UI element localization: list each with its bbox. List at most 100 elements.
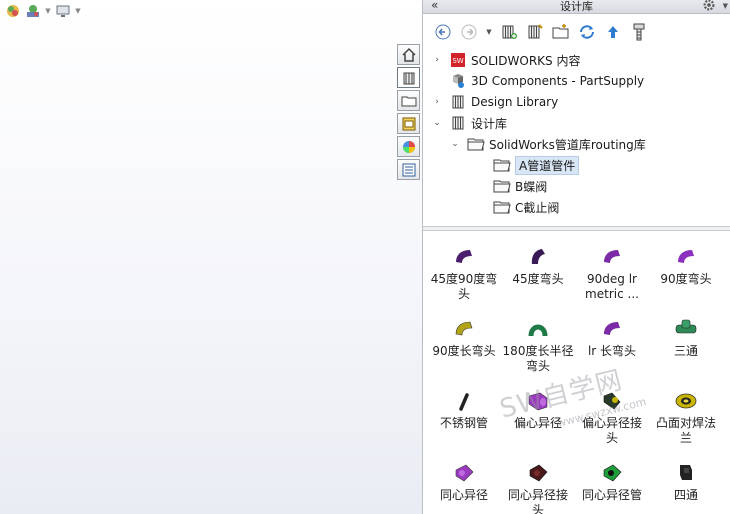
- tree-item-label: B蝶阀: [515, 179, 548, 194]
- tab-solidworks-resources[interactable]: [397, 44, 420, 65]
- library-item-label: lr 长弯头: [587, 344, 637, 358]
- tab-design-library[interactable]: [397, 67, 420, 88]
- tab-custom-properties[interactable]: [397, 159, 420, 180]
- return-bend-part-icon: [528, 324, 548, 337]
- create-new-folder-button[interactable]: [551, 22, 571, 42]
- design-library-icon: [403, 72, 414, 84]
- library-item-label: 头: [457, 287, 470, 301]
- tree-item-solidworks-content[interactable]: › SW SOLIDWORKS 内容: [431, 50, 580, 70]
- library-item[interactable]: 凸面对焊法 兰: [649, 390, 723, 446]
- long-elbow-part-icon: [455, 321, 473, 336]
- concentric-reducer-pipe-part-icon: [603, 464, 622, 482]
- gear-icon[interactable]: [702, 0, 716, 15]
- tree-item-globe-valve[interactable]: C截止阀: [475, 197, 559, 217]
- eccentric-reducer-fitting-part-icon: [603, 392, 621, 410]
- library-item-label: 同心异径: [439, 488, 488, 502]
- tab-appearances[interactable]: [397, 136, 420, 157]
- concentric-reducer-part-icon: [455, 464, 474, 482]
- chevron-down-icon[interactable]: ▼: [485, 22, 493, 42]
- flange-part-icon: [675, 393, 697, 409]
- tree-item-routing-library[interactable]: ⌄ SolidWorks管道库routing库: [449, 134, 646, 154]
- library-item[interactable]: 45度90度弯 头: [427, 246, 501, 302]
- add-to-library-button[interactable]: [499, 22, 519, 42]
- scene-icon[interactable]: [24, 2, 42, 20]
- tree-item-pipe-fittings[interactable]: A管道管件: [475, 155, 580, 175]
- design-library-icon: [449, 93, 467, 111]
- graphics-view-toolbar: ▼ ▼: [4, 2, 82, 20]
- library-item-label: 180度长半径: [502, 344, 574, 358]
- library-tree: › SW SOLIDWORKS 内容 3D Components - PartS…: [423, 50, 730, 226]
- library-item[interactable]: 同心异径: [427, 462, 501, 503]
- display-monitor-icon[interactable]: [54, 2, 72, 20]
- up-one-level-button[interactable]: [603, 22, 623, 42]
- tree-item-design-library-cn[interactable]: ⌄ 设计库: [431, 113, 507, 133]
- library-item[interactable]: 不锈钢管: [427, 390, 501, 431]
- folder-icon: [493, 198, 511, 216]
- back-button[interactable]: [433, 22, 453, 42]
- library-item-label: 45度弯头: [512, 272, 564, 286]
- refresh-icon: [580, 25, 594, 39]
- toolbox-button[interactable]: [629, 22, 649, 42]
- folder-icon: [467, 135, 485, 153]
- library-item-label: 45度90度弯: [430, 272, 498, 286]
- library-item-label: 同心异径接: [507, 488, 568, 502]
- library-item[interactable]: 偏心异径接 头: [575, 390, 649, 446]
- chevron-down-icon[interactable]: ▼: [44, 2, 52, 20]
- tree-item-design-library[interactable]: › Design Library: [431, 92, 558, 112]
- 3d-components-icon: [449, 72, 467, 90]
- library-item-label: 90度长弯头: [432, 344, 496, 358]
- library-item[interactable]: 90度长弯头: [427, 318, 501, 359]
- tab-view-palette[interactable]: [397, 113, 420, 134]
- library-item-label: 四通: [673, 488, 698, 502]
- svg-text:SW: SW: [452, 57, 463, 65]
- toolbox-bolt-icon: [633, 23, 645, 41]
- new-folder-icon: [552, 24, 569, 39]
- library-item[interactable]: 180度长半径 弯头: [501, 318, 575, 374]
- library-item-label: 90度弯头: [660, 272, 712, 286]
- chevron-down-icon[interactable]: ⌄: [449, 139, 461, 149]
- library-item-label: 不锈钢管: [439, 416, 488, 430]
- solidworks-content-icon: SW: [449, 51, 467, 69]
- library-item[interactable]: 四通: [649, 462, 723, 503]
- properties-list-icon: [402, 163, 415, 176]
- library-item[interactable]: 同心异径管: [575, 462, 649, 503]
- library-item-label: metric ...: [585, 287, 639, 301]
- library-item[interactable]: 偏心异径: [501, 390, 575, 431]
- chevron-down-icon[interactable]: ▼: [74, 2, 82, 20]
- library-item[interactable]: lr 长弯头: [575, 318, 649, 359]
- library-item-label: 偏心异径: [513, 416, 562, 430]
- design-library-pane: « 设计库 ▼ ▼ › SW SOLIDWORKS 内容 3D Componen…: [422, 0, 730, 514]
- chevron-down-icon[interactable]: ▼: [723, 0, 728, 13]
- library-item[interactable]: 90deg lr metric ...: [575, 246, 649, 302]
- tab-file-explorer[interactable]: [397, 90, 420, 111]
- back-arrow-icon: [435, 24, 451, 40]
- chevron-right-icon[interactable]: ›: [431, 97, 443, 107]
- pipe-part-icon: [459, 393, 469, 411]
- design-library-icon: [449, 114, 467, 132]
- pane-title-bar: « 设计库 ▼: [423, 0, 730, 14]
- forward-button[interactable]: [459, 22, 479, 42]
- tree-item-label: 设计库: [471, 116, 508, 131]
- tree-item-3d-components[interactable]: 3D Components - PartSupply: [431, 71, 644, 91]
- library-item-label: 弯头: [525, 359, 550, 373]
- up-arrow-icon: [608, 26, 618, 38]
- add-file-location-button[interactable]: [525, 22, 545, 42]
- eccentric-reducer-part-icon: [528, 392, 548, 411]
- pane-splitter[interactable]: [423, 226, 730, 231]
- library-item[interactable]: 90度弯头: [649, 246, 723, 287]
- pane-toolbar: ▼: [423, 14, 730, 50]
- refresh-button[interactable]: [577, 22, 597, 42]
- library-item-label: 偏心异径接: [581, 416, 642, 430]
- library-item[interactable]: 三通: [649, 318, 723, 359]
- add-to-library-icon: [502, 25, 517, 39]
- library-location-icon: [528, 24, 543, 39]
- concentric-reducer-fitting-part-icon: [529, 464, 548, 482]
- folder-icon: [493, 156, 511, 174]
- library-item[interactable]: 同心异径接 头: [501, 462, 575, 514]
- appearance-icon[interactable]: [4, 2, 22, 20]
- chevron-down-icon[interactable]: ⌄: [431, 118, 443, 128]
- elbow-part-icon: [604, 250, 620, 263]
- chevron-right-icon[interactable]: ›: [431, 55, 443, 65]
- library-item[interactable]: 45度弯头: [501, 246, 575, 287]
- tree-item-butterfly-valve[interactable]: B蝶阀: [475, 176, 547, 196]
